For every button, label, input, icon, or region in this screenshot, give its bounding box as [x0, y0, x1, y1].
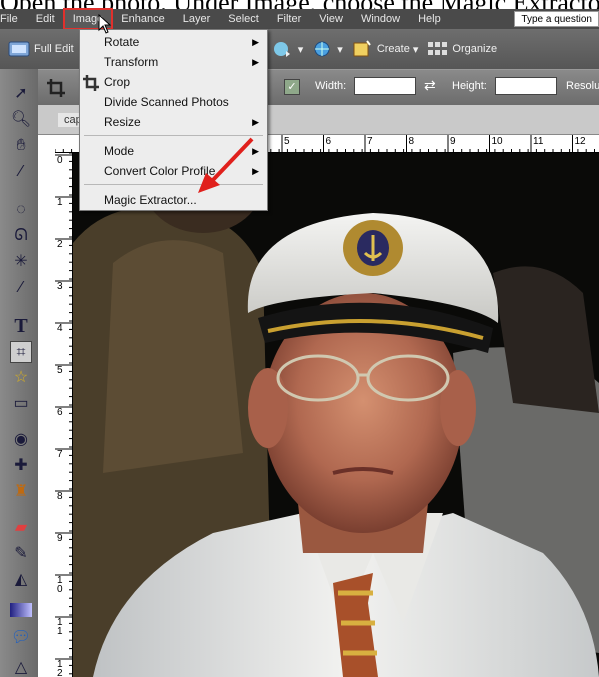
- full-edit-label: Full Edit: [34, 43, 74, 55]
- ruler-left-label: 2: [57, 239, 63, 250]
- resolution-label: Resolution: [566, 80, 599, 92]
- share-button[interactable]: ▾: [272, 40, 304, 58]
- menu-item-mode[interactable]: Mode: [104, 144, 134, 158]
- healing-icon[interactable]: ✚: [10, 455, 32, 477]
- menu-item-divide-scanned-photos[interactable]: Divide Scanned Photos: [104, 95, 229, 109]
- height-field[interactable]: [495, 77, 557, 95]
- share-dropdown-arrow: ▾: [297, 43, 304, 56]
- ruler-top-label: 7: [367, 136, 373, 147]
- create-dropdown-arrow: ▾: [409, 43, 419, 56]
- ruler-left-label: 6: [57, 407, 63, 418]
- annotation-arrow-icon: [198, 137, 254, 193]
- organize-label: Organize: [452, 43, 498, 55]
- help-search-input[interactable]: Type a question: [514, 11, 599, 27]
- online-button[interactable]: ▾: [311, 40, 343, 58]
- red-eye-icon[interactable]: ◉: [10, 429, 32, 451]
- hand-icon[interactable]: ✋︎: [10, 135, 32, 157]
- ruler-left-label: 5: [57, 365, 63, 376]
- ruler-left-label: 1: [57, 197, 63, 208]
- type-icon[interactable]: T: [10, 315, 32, 337]
- ruler-top-label: 10: [491, 136, 503, 147]
- organize-button[interactable]: Organize: [426, 40, 497, 58]
- photo-canvas[interactable]: [73, 153, 599, 677]
- menu-item-resize[interactable]: Resize: [104, 115, 141, 129]
- transform-submenu-arrow-icon: ▶: [252, 57, 259, 67]
- crop-menu-icon: [83, 75, 99, 91]
- cookie-cutter-icon[interactable]: ☆: [10, 367, 32, 389]
- width-field[interactable]: [354, 77, 416, 95]
- menu-file[interactable]: File: [0, 9, 27, 29]
- create-label: Create: [376, 43, 410, 55]
- menu-bar: File Edit Image Enhance Layer Select Fil…: [0, 8, 599, 30]
- menu-item-crop[interactable]: Crop: [104, 75, 130, 89]
- ruler-left-label: 3: [57, 281, 63, 292]
- ruler-top-label: 9: [450, 136, 456, 147]
- ruler-left-label: 8: [57, 491, 63, 502]
- marquee-icon[interactable]: ◌: [10, 199, 32, 221]
- ruler-left-label: 7: [57, 449, 63, 460]
- crop-icon[interactable]: ⌗: [10, 341, 32, 363]
- ruler-left-label: 12: [57, 659, 63, 677]
- crop-tool-option-icon[interactable]: [46, 78, 66, 98]
- globe-icon: [314, 41, 330, 57]
- menu-edit[interactable]: Edit: [27, 9, 64, 29]
- ruler-left-label: 0: [57, 155, 63, 166]
- menu-enhance[interactable]: Enhance: [112, 9, 173, 29]
- clone-stamp-icon[interactable]: ♜: [10, 481, 32, 503]
- menu-select[interactable]: Select: [219, 9, 268, 29]
- ruler-left: 0 1 2 3 4 5 6 7 8 9 10 11 12: [55, 153, 73, 677]
- height-label: Height:: [452, 80, 487, 92]
- toolbox: ➚ 🔍︎ ✋︎ ⁄ ◌ ᘏ ✳ ∕ T ⌗ ☆ ▭ ◉ ✚ ♜ ▰ ✎ ◭ 💬︎…: [0, 69, 38, 677]
- menu-filter[interactable]: Filter: [268, 9, 310, 29]
- menu-window[interactable]: Window: [352, 9, 409, 29]
- photo-image: [73, 153, 599, 677]
- swap-dimensions-icon[interactable]: ⇄: [424, 77, 436, 94]
- share-icon: [273, 42, 290, 57]
- menu-item-transform[interactable]: Transform: [104, 55, 158, 69]
- eraser-icon[interactable]: ▰: [10, 517, 32, 539]
- width-label: Width:: [315, 80, 347, 92]
- full-edit-icon: [8, 41, 30, 57]
- ruler-left-label: 4: [57, 323, 63, 334]
- ruler-top-label: 5: [284, 136, 290, 147]
- ruler-top-label: 8: [408, 136, 415, 147]
- ruler-top-label: 11: [533, 136, 544, 147]
- mouse-cursor-icon: [98, 14, 112, 34]
- shape-icon[interactable]: 💬︎: [10, 627, 32, 649]
- resize-submenu-arrow-icon: ▶: [252, 117, 259, 127]
- eyedropper-icon[interactable]: ⁄: [10, 161, 32, 183]
- aspect-dropdown-toggle[interactable]: ✓: [284, 79, 300, 95]
- move-icon[interactable]: ➚: [10, 83, 32, 105]
- full-edit-button[interactable]: Full Edit: [8, 40, 74, 58]
- ruler-left-label: 11: [57, 617, 63, 637]
- menu-view[interactable]: View: [310, 9, 352, 29]
- organize-icon: [428, 42, 448, 55]
- lasso-icon[interactable]: ᘏ: [10, 225, 32, 247]
- menu-layer[interactable]: Layer: [174, 9, 220, 29]
- blur-icon[interactable]: △: [10, 657, 32, 677]
- ruler-top-label: 12: [574, 136, 586, 147]
- zoom-icon[interactable]: 🔍︎: [10, 109, 32, 131]
- create-button[interactable]: Create ▾: [351, 40, 419, 58]
- online-dropdown-arrow: ▾: [337, 43, 343, 56]
- rotate-submenu-arrow-icon: ▶: [252, 37, 259, 47]
- pencil-icon[interactable]: ✎: [10, 543, 32, 565]
- ruler-left-label: 10: [57, 575, 63, 595]
- ruler-left-label: 9: [57, 533, 63, 544]
- menu-item-rotate[interactable]: Rotate: [104, 35, 139, 49]
- magic-wand-icon[interactable]: ✳: [10, 251, 32, 273]
- straighten-icon[interactable]: ▭: [10, 393, 32, 415]
- create-icon: [353, 40, 371, 57]
- brush-selection-icon[interactable]: ∕: [10, 277, 32, 299]
- menu-item-magic-extractor[interactable]: Magic Extractor...: [104, 193, 197, 207]
- ruler-top-label: 6: [325, 136, 332, 147]
- menu-help[interactable]: Help: [409, 9, 450, 29]
- paint-bucket-icon[interactable]: ◭: [10, 569, 32, 591]
- gradient-icon[interactable]: [10, 603, 32, 617]
